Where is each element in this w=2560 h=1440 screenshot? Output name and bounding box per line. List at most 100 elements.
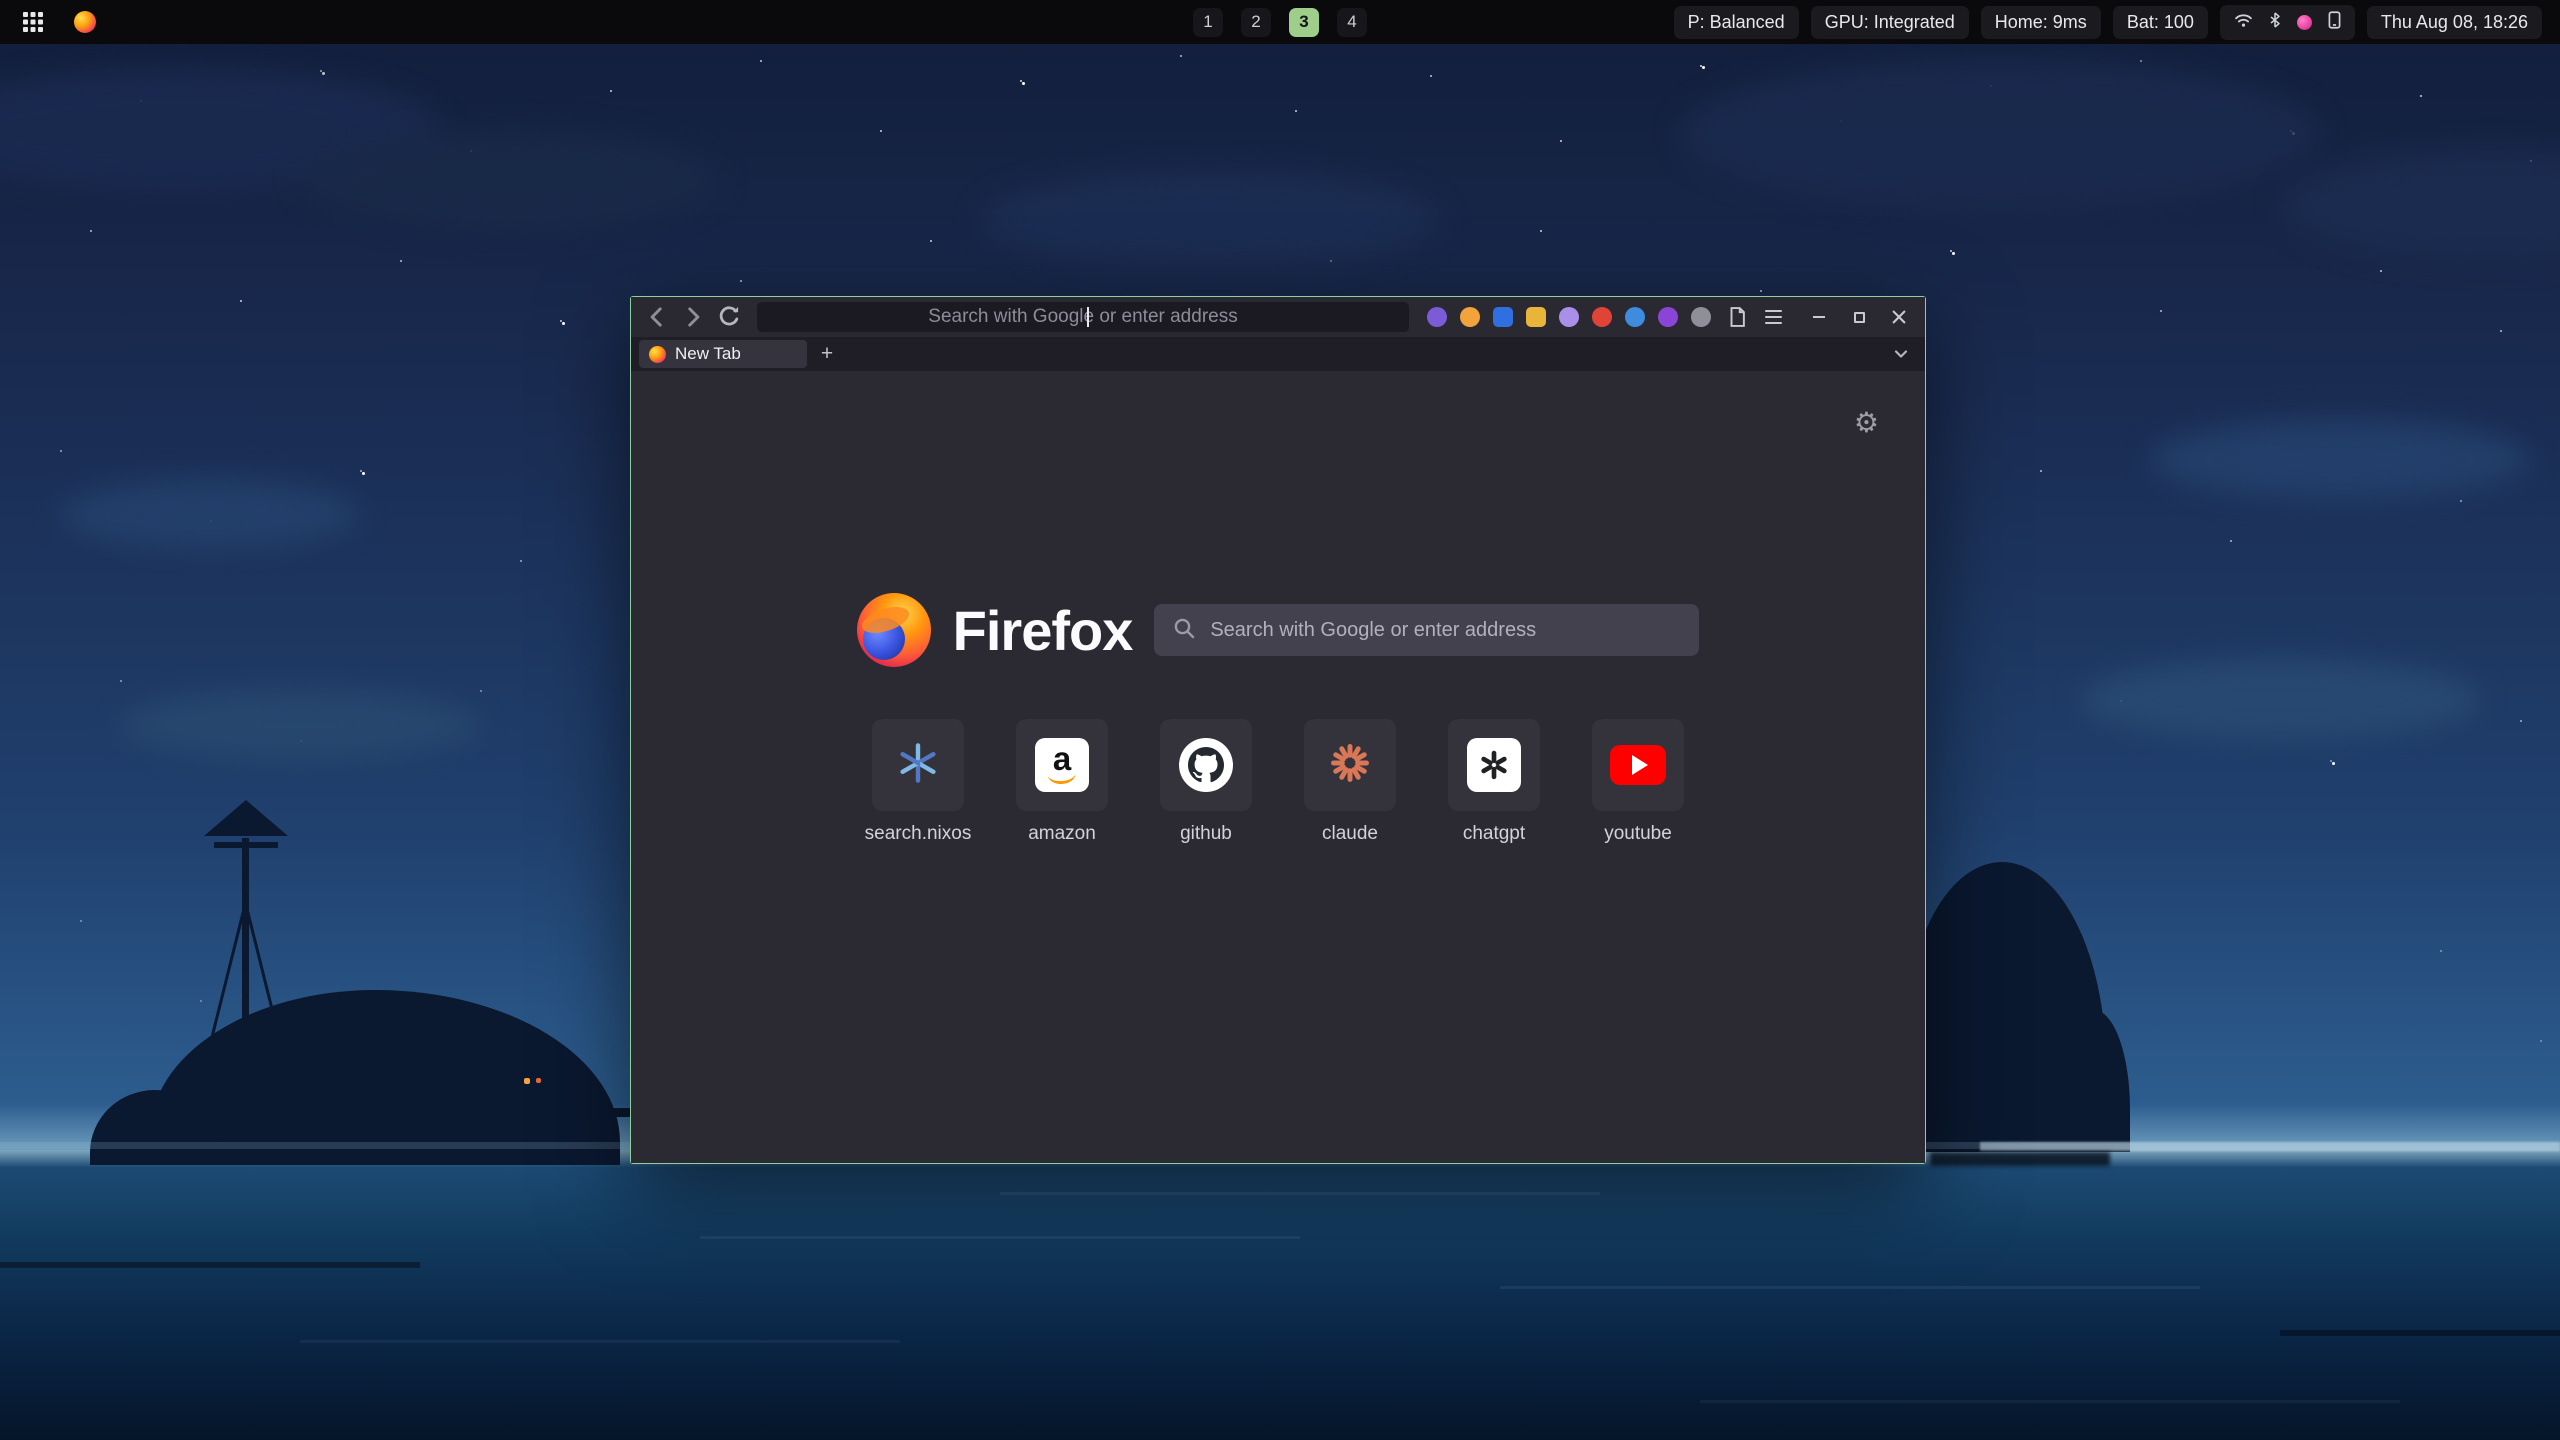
forward-icon[interactable] bbox=[677, 301, 709, 333]
wave bbox=[1700, 1400, 2400, 1403]
youtube-icon bbox=[1610, 745, 1666, 785]
url-bar bbox=[757, 302, 1409, 332]
shortcut-label: github bbox=[1180, 823, 1232, 845]
minimize-button[interactable] bbox=[1803, 301, 1835, 333]
wave bbox=[1000, 1192, 1600, 1195]
shortcut-tile[interactable]: a bbox=[1016, 719, 1108, 811]
shortcut-claude[interactable]: claude bbox=[1304, 719, 1396, 845]
workspace-2[interactable]: 2 bbox=[1241, 8, 1271, 37]
tab-new-tab[interactable]: New Tab bbox=[639, 340, 807, 368]
statusbar-left bbox=[18, 7, 100, 37]
newtab-hero: Firefox bbox=[631, 593, 1925, 667]
wifi-icon[interactable] bbox=[2234, 12, 2253, 33]
firefox-window: New Tab + ⚙ Firefox bbox=[630, 296, 1926, 1164]
statusbar-right: P: Balanced GPU: Integrated Home: 9ms Ba… bbox=[1674, 5, 2542, 40]
clock: Thu Aug 08, 18:26 bbox=[2367, 6, 2542, 39]
cloud bbox=[980, 170, 1440, 270]
newtab-search-input[interactable] bbox=[1210, 619, 1681, 642]
shortcut-amazon[interactable]: a amazon bbox=[1016, 719, 1108, 845]
system-tray bbox=[2220, 5, 2355, 40]
extension-3-icon[interactable] bbox=[1493, 307, 1513, 327]
extension-9-icon[interactable] bbox=[1691, 307, 1711, 327]
wave bbox=[300, 1340, 900, 1343]
tab-bar: New Tab + bbox=[631, 337, 1925, 371]
menu-hamburger-icon[interactable] bbox=[1757, 301, 1789, 333]
workspace-label: 3 bbox=[1299, 12, 1308, 32]
workspace-label: 1 bbox=[1203, 12, 1212, 32]
wave-shadow bbox=[0, 1262, 420, 1268]
url-input[interactable] bbox=[757, 302, 1409, 332]
extension-6-icon[interactable] bbox=[1592, 307, 1612, 327]
browser-toolbar bbox=[631, 297, 1925, 337]
shortcut-tile[interactable] bbox=[1304, 719, 1396, 811]
newtab-search bbox=[1154, 604, 1699, 656]
status-bar: 1 2 3 4 P: Balanced GPU: Integrated Home… bbox=[0, 0, 2560, 44]
hut-light bbox=[536, 1078, 541, 1083]
extension-2-icon[interactable] bbox=[1460, 307, 1480, 327]
tab-favicon bbox=[649, 346, 666, 363]
shortcut-github[interactable]: github bbox=[1160, 719, 1252, 845]
shortcut-youtube[interactable]: youtube bbox=[1592, 719, 1684, 845]
island-reflection bbox=[1930, 1152, 2110, 1166]
extension-1-icon[interactable] bbox=[1427, 307, 1447, 327]
workspace-switcher: 1 2 3 4 bbox=[1193, 8, 1367, 37]
extension-8-icon[interactable] bbox=[1658, 307, 1678, 327]
shortcuts-row: search.nixos a amazon bbox=[631, 719, 1925, 845]
amazon-icon: a bbox=[1035, 738, 1089, 792]
watchtower-pole bbox=[242, 838, 249, 1148]
tab-label: New Tab bbox=[675, 344, 741, 364]
shortcut-label: youtube bbox=[1604, 823, 1672, 845]
firefox-icon bbox=[74, 11, 96, 33]
power-profile-status[interactable]: P: Balanced bbox=[1674, 6, 1799, 39]
cloud bbox=[60, 480, 360, 550]
shortcut-label: claude bbox=[1322, 823, 1378, 845]
cloud bbox=[300, 130, 720, 230]
workspace-label: 4 bbox=[1347, 12, 1356, 32]
firefox-wordmark: Firefox bbox=[953, 598, 1133, 663]
close-button[interactable] bbox=[1883, 301, 1915, 333]
personalize-gear-icon[interactable]: ⚙ bbox=[1854, 409, 1879, 437]
save-page-icon[interactable] bbox=[1721, 301, 1753, 333]
nixos-icon bbox=[896, 741, 940, 790]
workspace-label: 2 bbox=[1251, 12, 1260, 32]
display-icon[interactable] bbox=[2328, 11, 2341, 34]
newtab-page: ⚙ Firefox bbox=[631, 371, 1925, 1163]
cloud bbox=[1680, 60, 2320, 210]
shortcut-tile[interactable] bbox=[1160, 719, 1252, 811]
shortcut-search-nixos[interactable]: search.nixos bbox=[872, 719, 964, 845]
shortcut-tile[interactable] bbox=[1592, 719, 1684, 811]
firefox-logo bbox=[857, 593, 931, 667]
workspace-1[interactable]: 1 bbox=[1193, 8, 1223, 37]
cloud bbox=[120, 690, 480, 760]
shortcut-tile[interactable] bbox=[872, 719, 964, 811]
shortcut-label: amazon bbox=[1028, 823, 1096, 845]
bluetooth-icon[interactable] bbox=[2269, 11, 2281, 34]
home-latency-status: Home: 9ms bbox=[1981, 6, 2101, 39]
shortcut-tile[interactable] bbox=[1448, 719, 1540, 811]
back-icon[interactable] bbox=[641, 301, 673, 333]
workspace-3[interactable]: 3 bbox=[1289, 8, 1319, 37]
apps-grid-icon[interactable] bbox=[18, 7, 48, 37]
island-hut bbox=[500, 1062, 572, 1114]
extension-7-icon[interactable] bbox=[1625, 307, 1645, 327]
reload-icon[interactable] bbox=[713, 301, 745, 333]
chatgpt-icon bbox=[1467, 738, 1521, 792]
wave-shadow bbox=[2280, 1330, 2560, 1336]
watchtower-roof bbox=[204, 800, 288, 836]
extension-5-icon[interactable] bbox=[1559, 307, 1579, 327]
new-tab-button[interactable]: + bbox=[813, 340, 841, 368]
shortcut-chatgpt[interactable]: chatgpt bbox=[1448, 719, 1540, 845]
watchtower-platform bbox=[214, 842, 278, 848]
shortcut-label: chatgpt bbox=[1463, 823, 1525, 845]
gpu-status: GPU: Integrated bbox=[1811, 6, 1969, 39]
firefox-launcher-icon[interactable] bbox=[70, 7, 100, 37]
workspace-4[interactable]: 4 bbox=[1337, 8, 1367, 37]
wave bbox=[1500, 1286, 2200, 1289]
github-icon bbox=[1179, 738, 1233, 792]
search-icon bbox=[1172, 616, 1196, 645]
maximize-button[interactable] bbox=[1843, 301, 1875, 333]
cloud bbox=[2150, 420, 2530, 500]
indicator-icon[interactable] bbox=[2297, 15, 2312, 30]
list-tabs-chevron-icon[interactable] bbox=[1885, 338, 1917, 370]
extension-4-icon[interactable] bbox=[1526, 307, 1546, 327]
